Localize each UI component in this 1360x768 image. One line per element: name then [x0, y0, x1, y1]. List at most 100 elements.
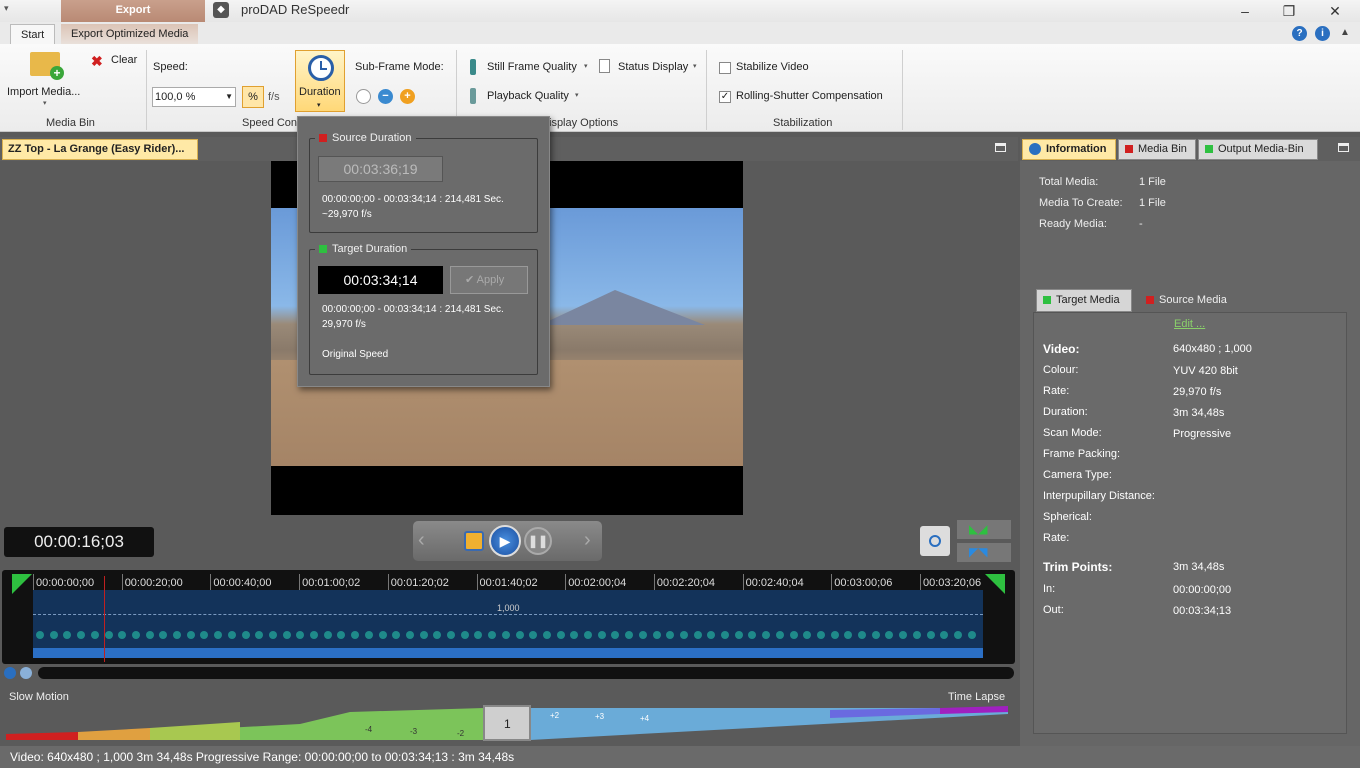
green-square-icon — [1043, 296, 1051, 305]
pause-button[interactable]: ❚❚ — [524, 527, 552, 555]
media-row-label: Scan Mode: — [1043, 427, 1102, 439]
media-row-label: Spherical: — [1043, 511, 1092, 523]
timeline-scrollbar[interactable] — [38, 667, 1014, 679]
edit-link[interactable]: Edit ... — [1174, 318, 1205, 330]
timeline-tick-label: 00:00:20;00 — [124, 577, 183, 589]
next-frame-icon[interactable]: › — [584, 529, 591, 552]
speed-curve[interactable]: -4 -3 -2 1 +2 +3 +4 — [0, 684, 1018, 744]
still-frame-quality-menu[interactable]: Still Frame Quality — [487, 61, 577, 73]
subframe-off-radio[interactable] — [356, 89, 371, 104]
tab-information[interactable]: Information — [1022, 139, 1116, 160]
maximize-button[interactable]: ❐ — [1274, 2, 1304, 20]
target-duration-input[interactable]: 00:03:34;14 — [318, 266, 443, 294]
trim-out-marker-icon[interactable] — [985, 574, 1005, 594]
fps-toggle[interactable]: f/s — [268, 91, 280, 103]
media-row-label: Frame Packing: — [1043, 448, 1121, 460]
tab-export-optimized-media[interactable]: Export Optimized Media — [61, 24, 199, 44]
frame-dot — [323, 631, 332, 639]
media-row-value: 00:03:34;13 — [1173, 605, 1232, 617]
duration-button[interactable]: Duration ▾ — [295, 50, 345, 112]
app-title: proDAD ReSpeedr — [241, 2, 350, 17]
frame-dot — [693, 631, 702, 639]
maximize-right-icon[interactable] — [1338, 143, 1349, 152]
percent-toggle[interactable]: % — [242, 86, 264, 108]
media-row-label: Rate: — [1043, 385, 1070, 397]
frame-dot — [940, 631, 949, 639]
timeline-track[interactable] — [33, 590, 983, 656]
playback-quality-menu[interactable]: Playback Quality — [487, 90, 569, 102]
zoom-out-icon[interactable] — [20, 667, 32, 679]
clear-icon[interactable]: ✖ — [91, 53, 103, 70]
trim-out-button[interactable]: ◤◥ — [957, 543, 1011, 562]
frame-dot — [556, 631, 565, 639]
tab-target-media[interactable]: Target Media — [1036, 289, 1132, 312]
minimize-button[interactable]: – — [1230, 2, 1260, 20]
media-to-create-label: Media To Create: — [1039, 197, 1123, 209]
frame-dot — [652, 631, 661, 639]
media-row-value: Progressive — [1173, 428, 1232, 440]
clear-button[interactable]: Clear — [111, 54, 137, 66]
original-speed-link[interactable]: Original Speed — [322, 347, 388, 362]
playback-dropdown-icon[interactable]: ▾ — [575, 91, 579, 99]
clip-tab[interactable]: ZZ Top - La Grange (Easy Rider)... — [2, 139, 198, 160]
rolling-shutter-checkbox[interactable]: ✓ — [719, 91, 731, 103]
frame-dot — [241, 631, 250, 639]
export-context-tab[interactable]: Export — [61, 0, 205, 22]
media-row-label: Camera Type: — [1043, 469, 1112, 481]
trim-in-button[interactable]: ◣◢ — [957, 520, 1011, 539]
status-display-menu[interactable]: Status Display — [618, 61, 688, 73]
status-dropdown-icon[interactable]: ▾ — [693, 62, 697, 70]
loop-icon[interactable] — [464, 531, 484, 551]
frame-dot — [775, 631, 784, 639]
target-range: 00:00:00;00 - 00:03:34;14 : 214,481 Sec. — [322, 304, 504, 315]
media-row-value: 3m 34,48s — [1173, 561, 1225, 573]
source-fps: ~29,970 f/s — [322, 209, 372, 220]
stabilize-video-checkbox[interactable] — [719, 62, 731, 74]
zoom-in-icon[interactable] — [4, 667, 16, 679]
speed-label: Speed: — [153, 61, 188, 73]
media-row-label: Duration: — [1043, 406, 1088, 418]
system-menu-icon[interactable]: ▾ — [4, 3, 9, 14]
still-quality-icon — [470, 59, 476, 75]
import-folder-icon[interactable] — [30, 52, 64, 80]
frame-dot — [419, 631, 428, 639]
tab-source-media[interactable]: Source Media — [1146, 294, 1227, 306]
red-square-icon — [1146, 296, 1154, 305]
speed-input[interactable]: 100,0 % ▼ — [152, 87, 236, 107]
play-button[interactable]: ▶ — [489, 525, 521, 557]
subframe-minus-radio[interactable]: − — [378, 89, 393, 104]
frame-dot — [789, 631, 798, 639]
maximize-preview-icon[interactable] — [995, 143, 1006, 152]
tab-output-media-bin[interactable]: Output Media-Bin — [1198, 139, 1318, 160]
import-dropdown-icon[interactable]: ▾ — [43, 99, 47, 107]
media-row-label: Video: — [1043, 342, 1080, 356]
media-to-create-value: 1 File — [1139, 197, 1166, 209]
snapshot-button[interactable] — [920, 526, 950, 556]
playhead[interactable] — [104, 576, 105, 662]
frame-dot — [118, 631, 127, 639]
timeline-tick — [210, 574, 212, 590]
info-icon[interactable]: i — [1315, 26, 1330, 41]
subframe-plus-radio[interactable]: + — [400, 89, 415, 104]
frame-dot — [255, 631, 264, 639]
curve-label: -4 — [365, 725, 373, 734]
media-row-label: Colour: — [1043, 364, 1079, 376]
media-row-value: YUV 420 8bit — [1173, 365, 1238, 377]
timeline-tick — [920, 574, 921, 590]
tab-media-bin[interactable]: Media Bin — [1118, 139, 1196, 160]
still-dropdown-icon[interactable]: ▾ — [584, 62, 588, 70]
frame-dot — [666, 631, 675, 639]
ready-media-value: - — [1139, 218, 1143, 230]
prev-frame-icon[interactable]: ‹ — [418, 529, 425, 552]
media-row-label: In: — [1043, 583, 1056, 595]
close-button[interactable]: ✕ — [1320, 2, 1350, 20]
target-duration-title: Target Duration — [315, 243, 412, 255]
apply-button[interactable]: ✔ Apply — [450, 266, 528, 294]
tab-start[interactable]: Start — [10, 24, 56, 44]
frame-dot — [748, 631, 757, 639]
trim-in-marker-icon[interactable] — [12, 574, 32, 594]
help-icon[interactable]: ? — [1292, 26, 1307, 41]
collapse-ribbon-icon[interactable]: ▲ — [1340, 27, 1350, 38]
import-media-button[interactable]: Import Media... — [7, 86, 80, 98]
frame-dot — [611, 631, 620, 639]
